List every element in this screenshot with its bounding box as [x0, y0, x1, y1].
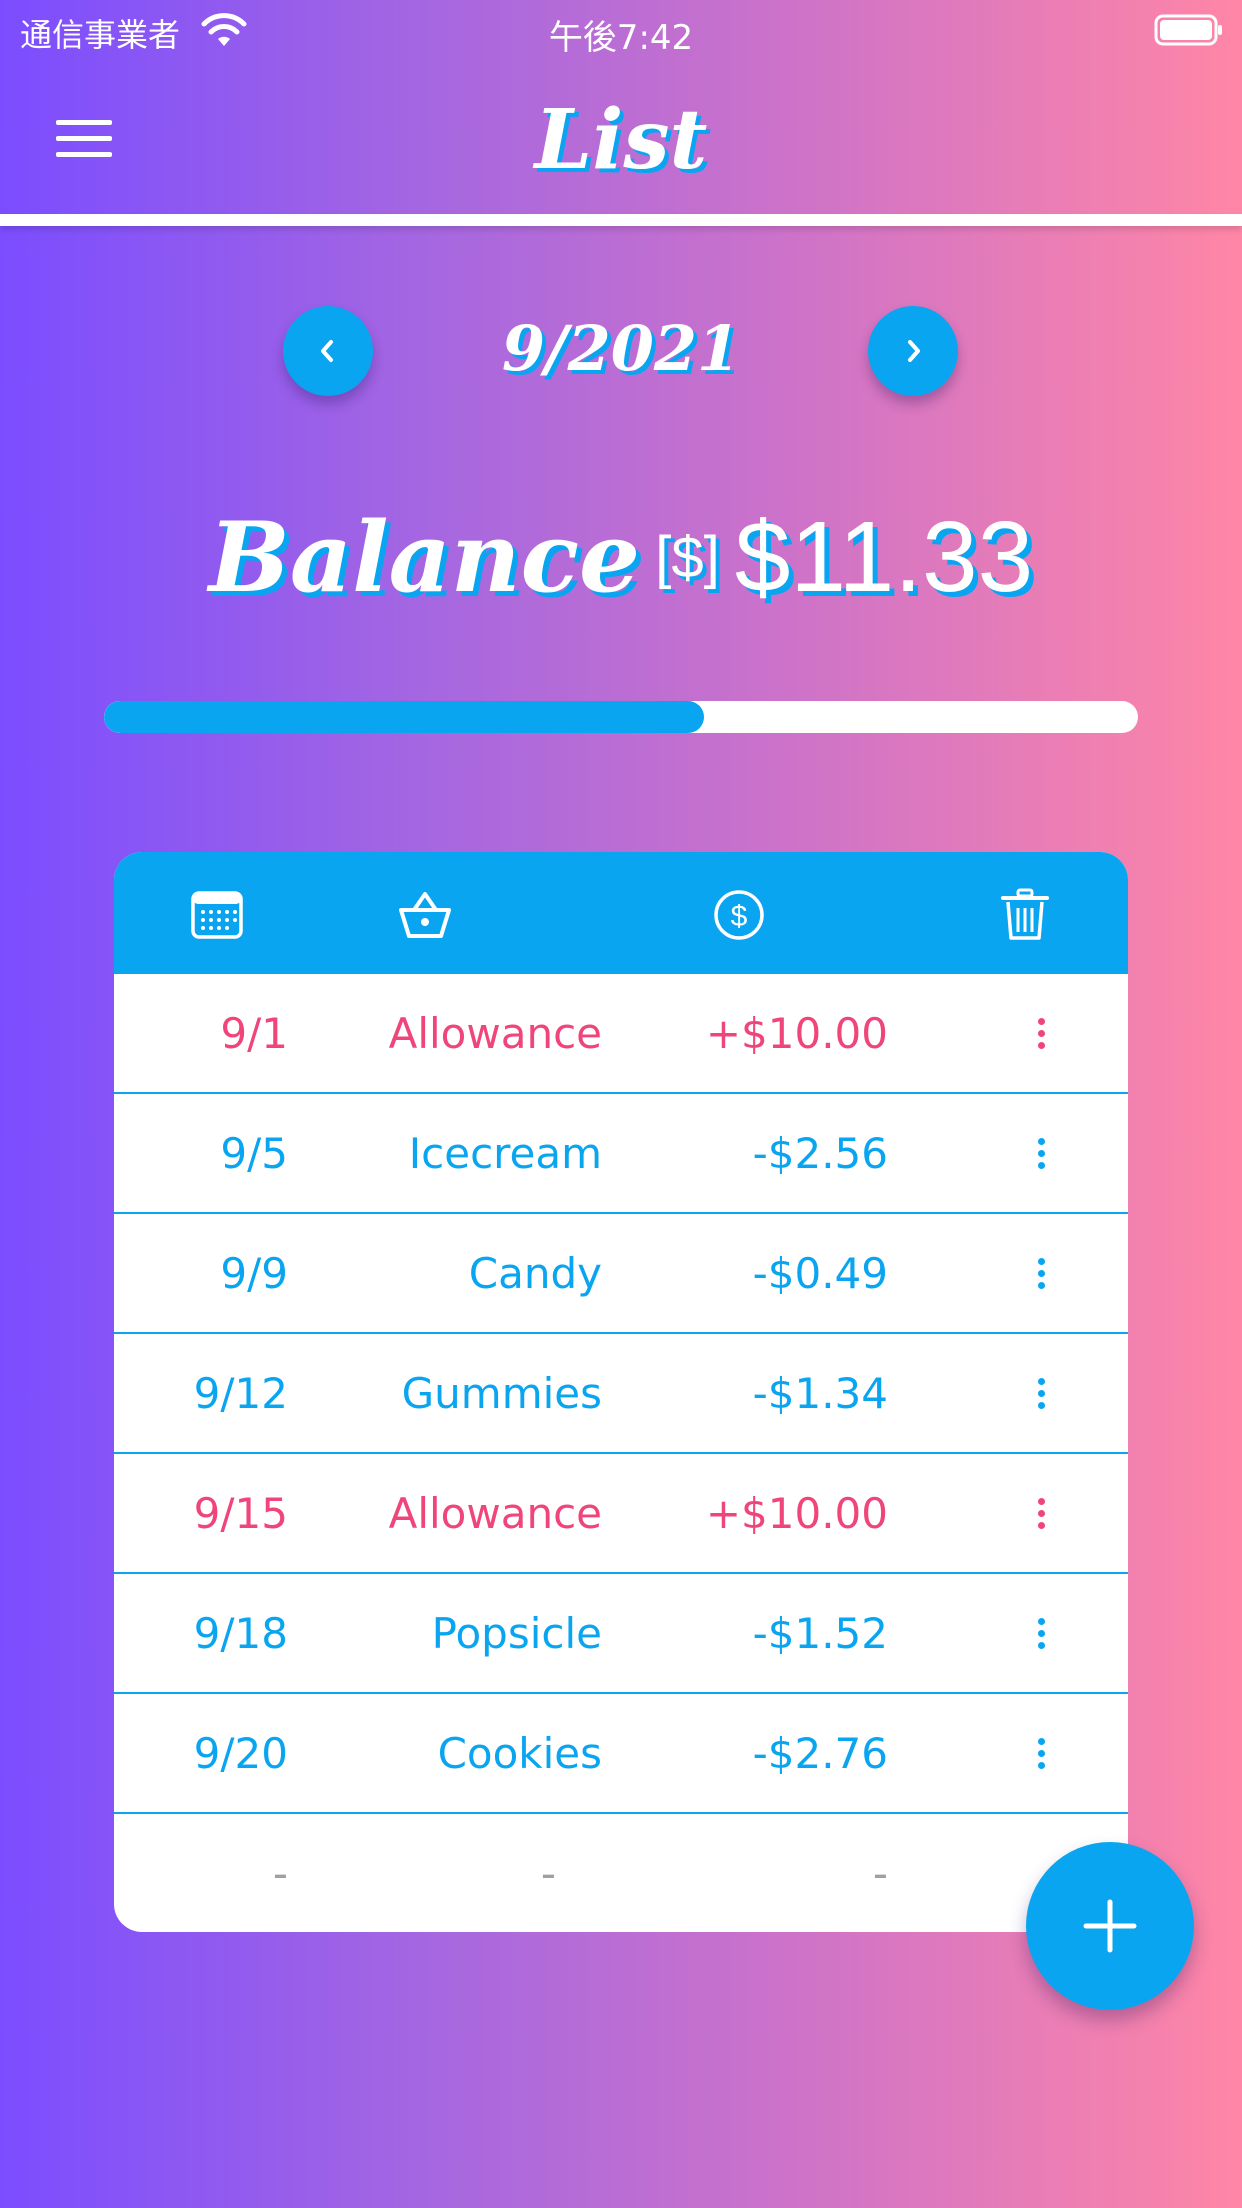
- row-amount: -$0.49: [752, 1249, 888, 1298]
- transactions-table: $ 9/1 Allowance +$10.00 9/5 Icecream -$2.56 9/…: [114, 852, 1128, 1932]
- app-header: List: [0, 62, 1242, 216]
- plus-icon: [1083, 1899, 1137, 1953]
- add-transaction-button[interactable]: [1026, 1842, 1194, 2010]
- row-date: 9/1: [220, 1009, 288, 1058]
- header-divider: [0, 214, 1242, 226]
- row-item: Allowance: [388, 1009, 602, 1058]
- row-item: Popsicle: [431, 1609, 602, 1658]
- page-title: List: [534, 92, 708, 188]
- table-row[interactable]: 9/5 Icecream -$2.56: [114, 1094, 1128, 1214]
- row-date: 9/5: [220, 1129, 288, 1178]
- row-item: Allowance: [388, 1489, 602, 1538]
- row-item: Candy: [468, 1249, 602, 1298]
- table-header: $: [114, 852, 1128, 974]
- row-amount: +$10.00: [705, 1009, 888, 1058]
- row-date: 9/15: [193, 1489, 288, 1538]
- svg-text:$: $: [731, 900, 748, 933]
- table-body: 9/1 Allowance +$10.00 9/5 Icecream -$2.56 9/9 C…: [114, 974, 1128, 1814]
- row-amount: +$10.00: [705, 1489, 888, 1538]
- empty-amount: -: [872, 1849, 888, 1898]
- row-item: Icecream: [408, 1129, 602, 1178]
- balance-amount: $11.33: [734, 501, 1034, 613]
- row-date: 9/12: [193, 1369, 288, 1418]
- row-amount: -$2.76: [752, 1729, 888, 1778]
- trash-icon[interactable]: [998, 888, 1052, 942]
- table-row[interactable]: 9/12 Gummies -$1.34: [114, 1334, 1128, 1454]
- table-row[interactable]: 9/1 Allowance +$10.00: [114, 974, 1128, 1094]
- empty-date: -: [272, 1849, 288, 1898]
- more-options-icon[interactable]: [1034, 1498, 1048, 1532]
- empty-row[interactable]: - - -: [114, 1814, 1128, 1932]
- balance-label: Balance: [208, 501, 641, 614]
- table-row[interactable]: 9/15 Allowance +$10.00: [114, 1454, 1128, 1574]
- currency-label: [$]: [655, 525, 720, 590]
- row-date: 9/20: [193, 1729, 288, 1778]
- row-item: Cookies: [437, 1729, 602, 1778]
- row-amount: -$1.34: [752, 1369, 888, 1418]
- table-row[interactable]: 9/9 Candy -$0.49: [114, 1214, 1128, 1334]
- status-time: 午後7:42: [548, 18, 694, 58]
- status-bar: 通信事業者 午後7:42: [0, 0, 1242, 62]
- table-row[interactable]: 9/18 Popsicle -$1.52: [114, 1574, 1128, 1694]
- progress-fill: [104, 701, 704, 733]
- calendar-icon: [191, 891, 243, 939]
- more-options-icon[interactable]: [1034, 1378, 1048, 1412]
- more-options-icon[interactable]: [1034, 1738, 1048, 1772]
- more-options-icon[interactable]: [1034, 1258, 1048, 1292]
- more-options-icon[interactable]: [1034, 1618, 1048, 1652]
- row-item: Gummies: [401, 1369, 602, 1418]
- balance-summary: Balance [$] $11.33: [0, 500, 1242, 615]
- more-options-icon[interactable]: [1034, 1138, 1048, 1172]
- table-row[interactable]: 9/20 Cookies -$2.76: [114, 1694, 1128, 1814]
- basket-icon: [399, 892, 451, 938]
- chevron-right-icon: [908, 340, 920, 362]
- next-month-button[interactable]: [868, 306, 958, 396]
- row-amount: -$2.56: [752, 1129, 888, 1178]
- row-date: 9/9: [220, 1249, 288, 1298]
- row-date: 9/18: [193, 1609, 288, 1658]
- empty-item: -: [540, 1849, 556, 1898]
- more-options-icon[interactable]: [1034, 1018, 1048, 1052]
- row-amount: -$1.52: [752, 1609, 888, 1658]
- dollar-icon: $: [714, 890, 764, 940]
- balance-progress-bar: [104, 701, 1138, 733]
- month-label: 9/2021: [501, 312, 741, 385]
- battery-icon: [1154, 14, 1222, 46]
